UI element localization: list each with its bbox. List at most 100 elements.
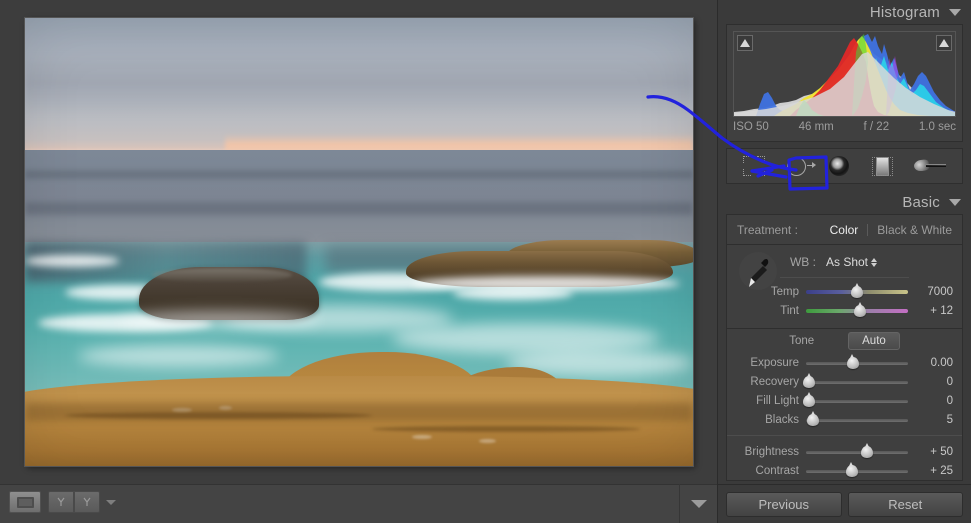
histogram-panel-header[interactable]: Histogram: [718, 0, 971, 24]
wb-label: WB :: [789, 255, 816, 269]
before-after-split-icon: [83, 497, 91, 506]
spot-removal-icon: [787, 156, 817, 176]
graduated-filter-icon: [871, 156, 893, 176]
tone-row: Tone Auto: [727, 329, 962, 353]
white-balance-box: WB : As Shot Temp 7000 Tint + 12: [726, 245, 963, 329]
slider-exposure-value[interactable]: 0.00: [915, 357, 953, 369]
slider-fill-light[interactable]: Fill Light 0: [727, 391, 962, 410]
slider-recovery[interactable]: Recovery 0: [727, 372, 962, 391]
reset-button[interactable]: Reset: [847, 491, 963, 517]
treatment-option-color[interactable]: Color: [830, 223, 859, 237]
slider-fill-light-track[interactable]: [803, 391, 908, 408]
slider-contrast-value[interactable]: + 25: [915, 465, 953, 477]
histogram-graph: [734, 34, 955, 116]
slider-brightness[interactable]: Brightness + 50: [727, 442, 962, 461]
image-viewer[interactable]: [0, 0, 717, 484]
slider-recovery-label: Recovery: [750, 375, 799, 388]
slider-exposure[interactable]: Exposure 0.00: [727, 353, 962, 372]
chevron-down-icon[interactable]: [949, 198, 961, 206]
treatment-option-black-and-white[interactable]: Black & White: [877, 223, 952, 237]
shadow-clipping-triangle-icon: [740, 39, 750, 47]
basic-panel-header[interactable]: Basic: [718, 190, 971, 214]
treatment-box: Treatment : Color Black & White: [726, 214, 963, 245]
slider-temp-value[interactable]: 7000: [915, 286, 953, 298]
slider-blacks-label: Blacks: [765, 413, 799, 426]
before-after-left-right-icon: [57, 497, 65, 506]
slider-recovery-knob[interactable]: [803, 372, 816, 388]
graduated-filter-tool[interactable]: [867, 153, 897, 179]
photo-cloud-band: [25, 53, 693, 117]
view-caret-down-icon[interactable]: [106, 500, 116, 505]
filmstrip-toggle-caret-icon: [690, 499, 707, 508]
histogram-plot[interactable]: [733, 31, 956, 117]
crop-overlay-tool[interactable]: [739, 153, 769, 179]
metadata-shutter-speed: 1.0 sec: [918, 121, 956, 133]
seascape-photo[interactable]: [25, 18, 693, 466]
slider-brightness-knob[interactable]: [861, 442, 874, 458]
photo-sea-band-2: [25, 201, 693, 216]
slider-tint-knob[interactable]: [854, 301, 867, 317]
slider-blacks-value[interactable]: 5: [915, 414, 953, 426]
develop-tool-strip: [726, 148, 963, 184]
filmstrip-toggle-button[interactable]: [679, 484, 717, 523]
tone-label: Tone: [789, 335, 815, 347]
highlight-clipping-indicator[interactable]: [936, 35, 952, 51]
slider-recovery-track[interactable]: [803, 372, 908, 389]
chevron-down-icon[interactable]: [949, 8, 961, 16]
wb-value[interactable]: As Shot: [825, 255, 878, 269]
auto-tone-button[interactable]: Auto: [848, 332, 900, 350]
spot-removal-tool[interactable]: [782, 153, 817, 179]
metadata-focal-length: 46 mm: [798, 121, 834, 133]
histogram-title: Histogram: [869, 3, 940, 21]
basic-title: Basic: [902, 193, 940, 211]
histogram-metadata: ISO 50 46 mm f / 22 1.0 sec: [733, 116, 956, 138]
before-after-left-right-button[interactable]: [48, 491, 74, 513]
slider-tint-value[interactable]: + 12: [915, 305, 953, 317]
slider-tint[interactable]: Tint + 12: [727, 301, 962, 320]
previous-button[interactable]: Previous: [726, 491, 842, 517]
photo-frame[interactable]: [25, 18, 693, 466]
slider-brightness-track[interactable]: [806, 442, 908, 459]
up-down-stepper-icon[interactable]: [871, 257, 878, 267]
basic-panel-body: Treatment : Color Black & White WB: As …: [718, 214, 971, 503]
slider-brightness-value[interactable]: + 50: [915, 446, 953, 458]
eyedropper-icon[interactable]: [738, 251, 778, 293]
slider-brightness-label: Brightness: [744, 445, 799, 458]
slider-exposure-label: Exposure: [750, 356, 799, 369]
slider-blacks[interactable]: Blacks 5: [727, 410, 962, 429]
tone-box: Tone Auto Exposure 0.00 Recovery 0 Fill …: [726, 329, 963, 481]
develop-footer: Previous Reset: [718, 484, 971, 523]
slider-contrast-knob[interactable]: [845, 461, 858, 477]
photo-rock-foreground: [25, 376, 693, 466]
before-after-split-button[interactable]: [74, 491, 100, 513]
slider-temp-track[interactable]: [806, 282, 908, 299]
slider-contrast-track[interactable]: [806, 461, 908, 478]
photo-rock-shadow: [25, 403, 693, 422]
slider-exposure-knob[interactable]: [846, 353, 859, 369]
red-eye-correction-tool[interactable]: [824, 153, 854, 179]
slider-fill-light-value[interactable]: 0: [915, 395, 953, 407]
slider-blacks-track[interactable]: [806, 410, 908, 427]
slider-exposure-track[interactable]: [806, 353, 908, 370]
photo-distant-sea: [25, 150, 693, 245]
wb-value-text: As Shot: [825, 255, 869, 269]
photo-foam-8: [25, 255, 119, 267]
slider-recovery-value[interactable]: 0: [915, 376, 953, 388]
slider-contrast[interactable]: Contrast + 25: [727, 461, 962, 480]
metadata-iso: ISO 50: [733, 121, 769, 133]
wb-divider: [780, 277, 909, 278]
crop-icon: [743, 156, 766, 176]
slider-fill-light-label: Fill Light: [756, 394, 799, 407]
shadow-clipping-indicator[interactable]: [737, 35, 753, 51]
photo-sea-band-1: [25, 170, 693, 180]
loupe-view-button[interactable]: [9, 491, 41, 513]
slider-fill-light-knob[interactable]: [803, 391, 816, 407]
histogram-box: ISO 50 46 mm f / 22 1.0 sec: [726, 24, 963, 142]
slider-temp-knob[interactable]: [851, 282, 863, 298]
photo-foam-rock-right: [412, 275, 680, 292]
slider-blacks-knob[interactable]: [807, 410, 820, 426]
slider-tint-label: Tint: [780, 304, 799, 317]
adjustment-brush-tool[interactable]: [910, 153, 950, 179]
slider-tint-track[interactable]: [806, 301, 908, 318]
photo-rock-crack-2: [372, 425, 640, 432]
